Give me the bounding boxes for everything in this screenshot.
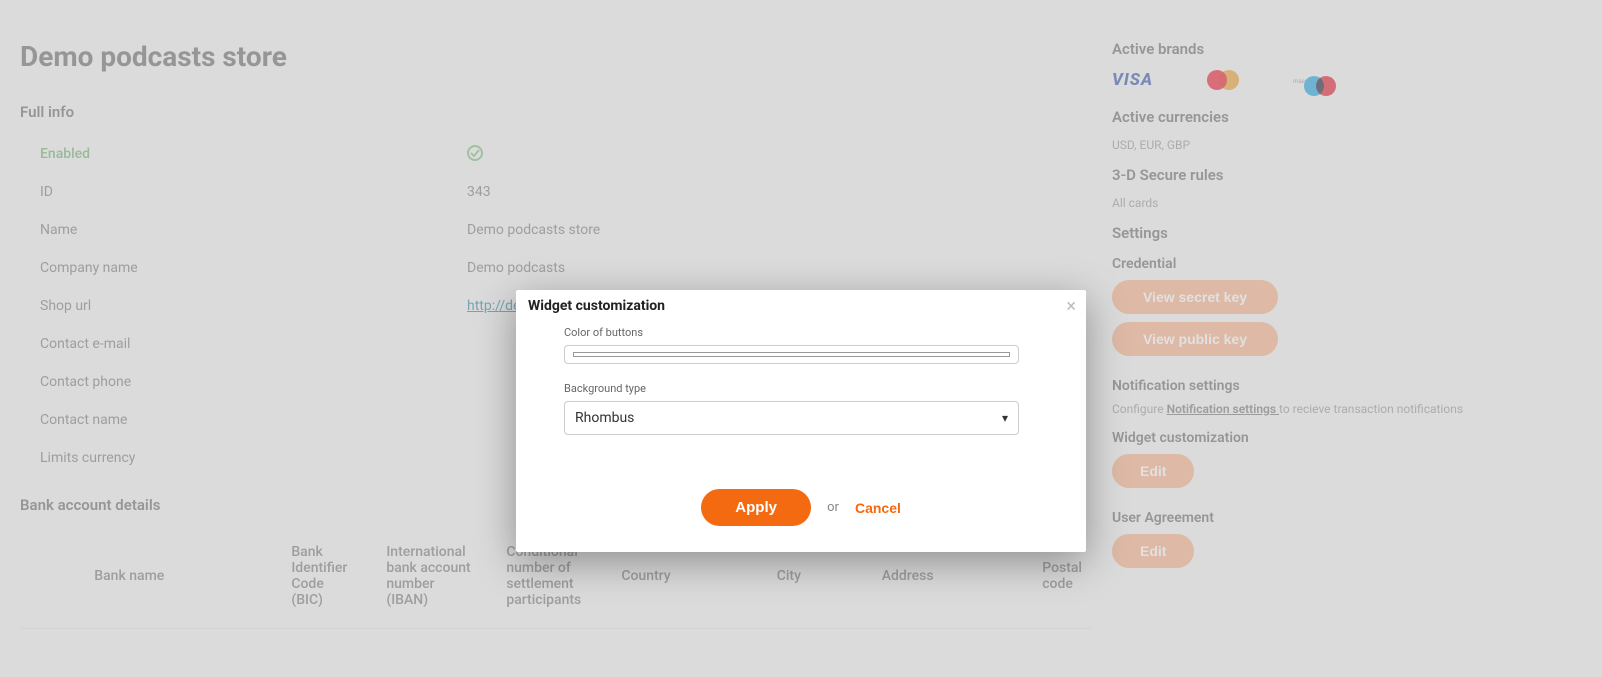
widget-customization-modal: × Widget customization Color of buttons … xyxy=(516,290,1086,552)
color-of-buttons-label: Color of buttons xyxy=(564,326,1074,339)
background-type-label: Background type xyxy=(564,382,1074,395)
close-icon[interactable]: × xyxy=(1066,296,1076,317)
or-text: or xyxy=(827,500,839,515)
background-type-value: Rhombus xyxy=(575,410,634,426)
color-input[interactable] xyxy=(564,345,1019,364)
cancel-button[interactable]: Cancel xyxy=(855,500,901,516)
modal-title: Widget customization xyxy=(516,290,1086,322)
modal-overlay[interactable]: × Widget customization Color of buttons … xyxy=(0,0,1602,677)
background-type-select[interactable]: Rhombus ▾ xyxy=(564,401,1019,435)
apply-button[interactable]: Apply xyxy=(701,489,811,526)
chevron-down-icon: ▾ xyxy=(1002,411,1008,425)
